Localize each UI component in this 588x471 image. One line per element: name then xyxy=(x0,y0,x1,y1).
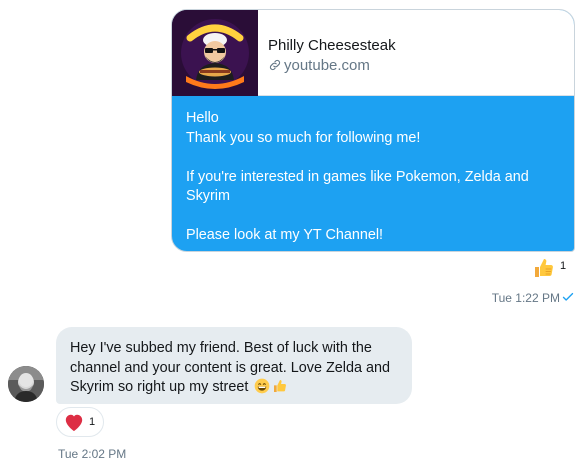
link-preview-card[interactable]: Philly Cheesesteak youtube.com xyxy=(172,10,574,96)
message-line: If you're interested in games like Pokem… xyxy=(186,168,529,205)
incoming-timestamp: Tue 2:02 PM xyxy=(58,447,127,461)
thumbs-up-icon xyxy=(535,259,553,277)
message-line: Hello xyxy=(186,110,219,126)
incoming-message[interactable]: Hey I've subbed my friend. Best of luck … xyxy=(56,327,412,404)
link-domain-text: youtube.com xyxy=(284,57,370,74)
message-line: Thank you so much for following me! xyxy=(186,129,421,146)
reaction-count: 1 xyxy=(89,416,96,428)
incoming-reaction[interactable]: 1 xyxy=(56,407,104,437)
incoming-message-body: Hey I've subbed my friend. Best of luck … xyxy=(70,340,391,395)
check-icon xyxy=(562,292,574,301)
reaction-count: 1 xyxy=(560,260,567,272)
outgoing-message-text: Hello Thank you so much for following me… xyxy=(186,109,562,246)
outgoing-reaction[interactable]: 1 xyxy=(532,256,576,280)
channel-thumbnail[interactable] xyxy=(172,10,258,96)
link-title[interactable]: Philly Cheesesteak xyxy=(268,37,396,54)
user-avatar-image xyxy=(8,366,44,402)
incoming-message-text: Hey I've subbed my friend. Best of luck … xyxy=(70,339,405,398)
link-icon xyxy=(269,59,281,71)
outgoing-timestamp: Tue 1:22 PM xyxy=(492,291,574,305)
message-line: Please look at my YT Channel! xyxy=(186,227,384,243)
heart-icon xyxy=(65,414,83,432)
thumbs-up-icon xyxy=(274,380,287,392)
message-line-blank xyxy=(186,148,562,168)
message-line-blank xyxy=(186,207,562,227)
link-domain[interactable]: youtube.com xyxy=(268,57,370,74)
grinning-face-icon xyxy=(255,378,270,394)
channel-logo-image xyxy=(172,10,258,96)
timestamp-text: Tue 1:22 PM xyxy=(491,291,560,305)
outgoing-message[interactable]: Philly Cheesesteak youtube.com Hello Tha… xyxy=(171,9,575,252)
avatar[interactable] xyxy=(8,366,44,402)
